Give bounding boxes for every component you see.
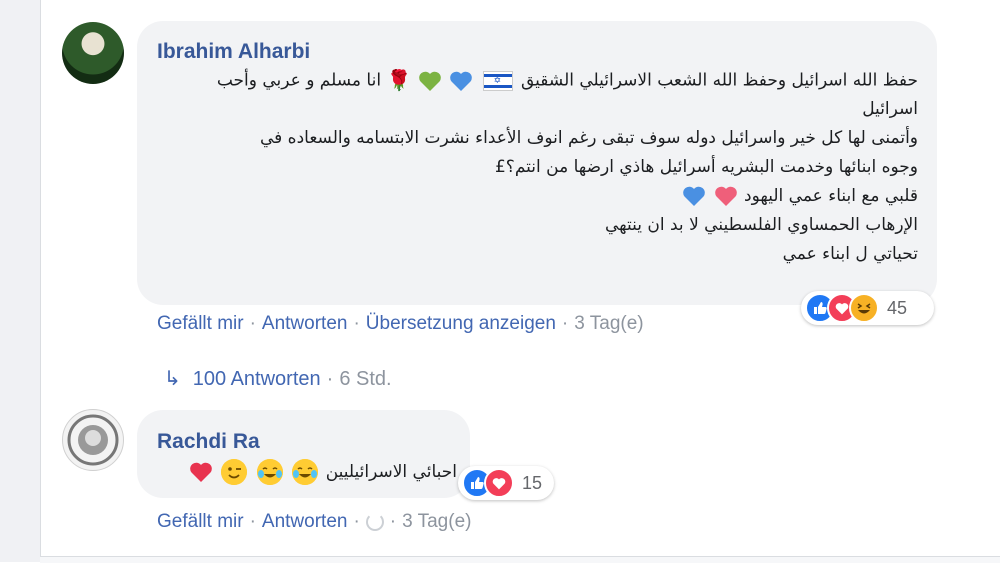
comment-timestamp[interactable]: 3 Tag(e) [402, 511, 471, 532]
loading-spinner-icon [365, 512, 384, 531]
comment-line: تحياتي ل ابناء عمي [782, 244, 918, 264]
comment-author[interactable]: Rachdi Ra [157, 430, 260, 454]
comment-timestamp[interactable]: 3 Tag(e) [574, 313, 643, 334]
view-replies[interactable]: ↳ 100 Antworten · 6 Std. [164, 366, 392, 391]
reply-link[interactable]: Antworten [262, 313, 348, 334]
reaction-summary[interactable]: 15 [458, 466, 554, 500]
laughing-tears-icon [292, 459, 319, 485]
comment-author[interactable]: Ibrahim Alharbi [157, 40, 310, 64]
reply-arrow-icon: ↳ [164, 368, 181, 390]
comment-text: احبائي الاسرائيليين [157, 457, 457, 487]
comment-line: اسرائيل [862, 99, 918, 119]
comment-line: حفظ الله اسرائيل وحفظ الله الشعب الاسرائ… [216, 68, 918, 92]
green-heart-icon [418, 71, 441, 91]
blue-heart-icon [450, 71, 472, 91]
comment-line: قلبي مع ابناء عمي اليهود [160, 182, 918, 211]
wink-icon [221, 459, 248, 485]
replies-link[interactable]: 100 Antworten [193, 368, 321, 390]
comment-line: الإرهاب الحمساوي الفلسطيني لا بد ان ينته… [605, 215, 918, 235]
avatar[interactable] [62, 409, 124, 471]
like-link[interactable]: Gefällt mir [157, 313, 244, 334]
replies-time: 6 Std. [339, 368, 392, 390]
like-link[interactable]: Gefällt mir [157, 511, 244, 532]
comment-line: وجوه ابنائها وخدمت البشريه أسرائيل هاذي … [494, 157, 918, 177]
reaction-count: 15 [522, 472, 543, 493]
haha-icon [849, 293, 879, 323]
love-icon [484, 468, 514, 498]
comment-line: وأتمنى لها كل خير واسرائيل دوله سوف تبقى… [259, 128, 918, 148]
israel-flag-icon: ✡ [482, 70, 513, 91]
reaction-summary[interactable]: 45 [801, 291, 934, 325]
rose-icon: 🌹 [386, 68, 412, 92]
laughing-tears-icon [256, 459, 283, 485]
reply-link[interactable]: Antworten [262, 511, 348, 532]
reaction-count: 45 [887, 297, 908, 318]
blue-heart-icon [683, 186, 706, 206]
comment-actions: Gefällt mir · Antworten · Übersetzung anzeig… [157, 313, 644, 334]
translate-link[interactable]: Übersetzung anzeigen [366, 313, 556, 334]
left-sidebar-edge [0, 0, 41, 562]
comment-text: حفظ الله اسرائيل وحفظ الله الشعب الاسرائ… [160, 66, 918, 269]
comment-actions: Gefällt mir · Antworten · · 3 Tag(e) [157, 511, 472, 532]
red-heart-icon [190, 462, 212, 482]
avatar[interactable] [62, 22, 124, 84]
red-heart-icon [714, 186, 737, 206]
